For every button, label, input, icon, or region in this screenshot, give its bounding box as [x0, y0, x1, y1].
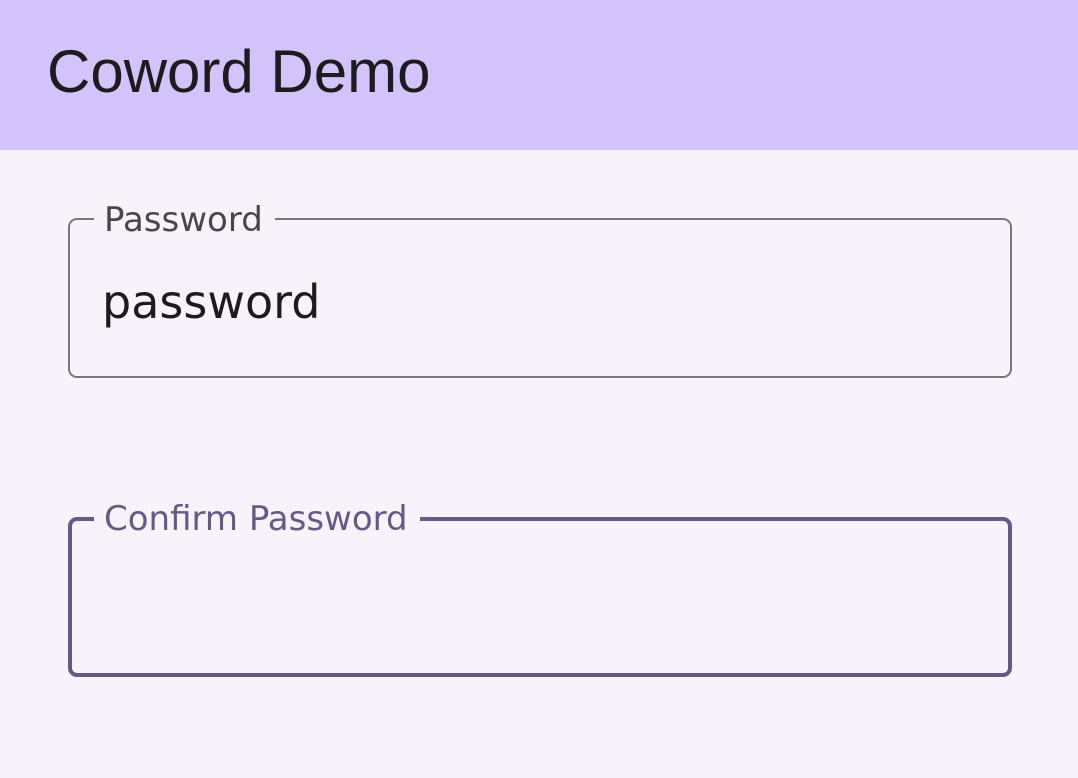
- password-input[interactable]: [102, 272, 962, 332]
- password-field[interactable]: Password: [68, 200, 1012, 378]
- confirm-password-field-label: Confirm Password: [94, 499, 420, 539]
- confirm-password-input[interactable]: [102, 571, 962, 631]
- confirm-password-field[interactable]: Confirm Password: [68, 499, 1012, 677]
- password-field-label: Password: [94, 200, 275, 240]
- app-bar: Coword Demo: [0, 0, 1078, 150]
- app-title: Coword Demo: [47, 38, 431, 105]
